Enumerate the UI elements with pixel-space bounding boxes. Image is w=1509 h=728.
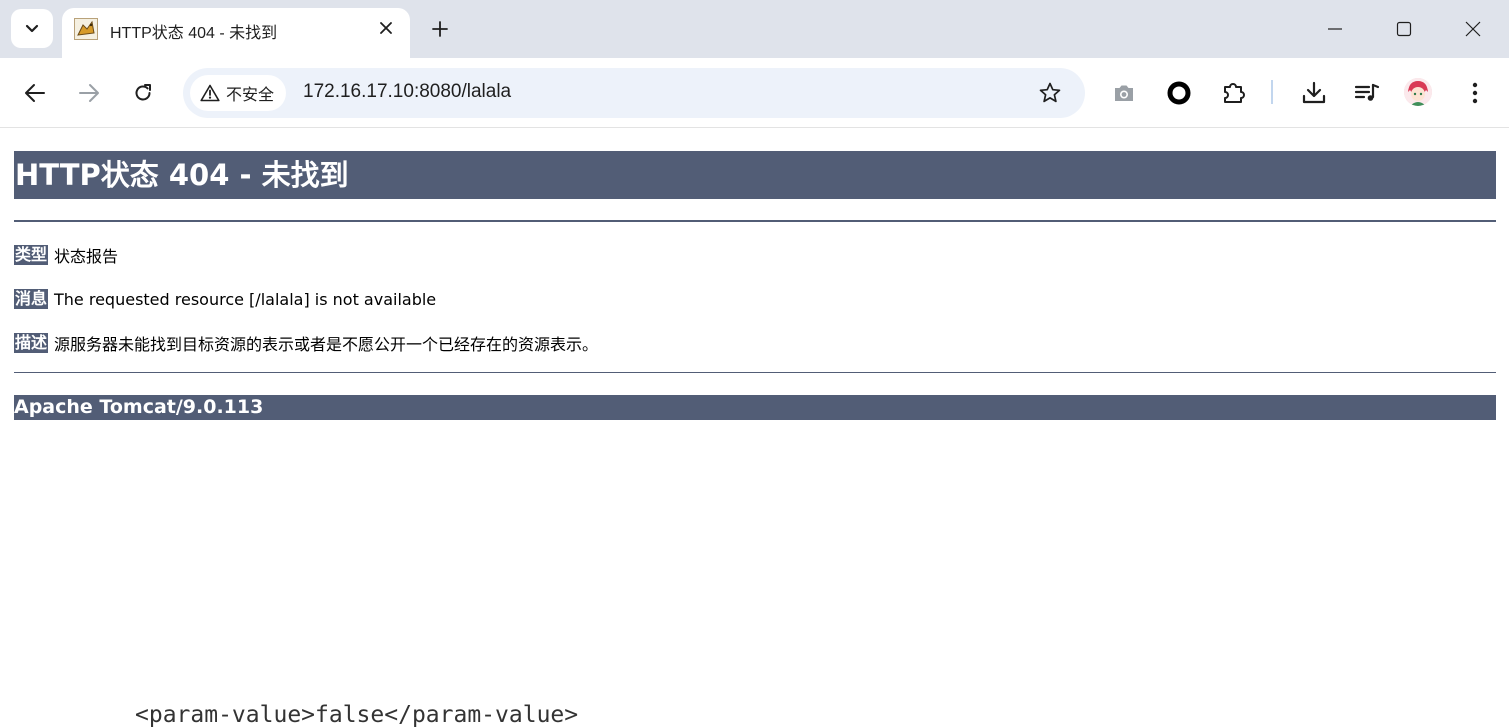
download-icon — [1302, 81, 1326, 104]
toolbar-divider — [1271, 80, 1273, 104]
minimize-button[interactable] — [1320, 14, 1350, 44]
description-label: 描述 — [14, 333, 49, 353]
media-controls-button[interactable] — [1352, 78, 1382, 108]
browser-window: HTTP状态 404 - 未找到 不安全 172.16.17.10:8080/l… — [0, 0, 1509, 728]
address-bar[interactable]: 不安全 172.16.17.10:8080/lalala — [183, 68, 1085, 118]
background-window-text: <param-value>false</param-value> — [135, 702, 579, 728]
divider — [14, 220, 1496, 222]
page-content: HTTP状态 404 - 未找到 类型 状态报告 消息 The requeste… — [0, 129, 1509, 728]
browser-toolbar: 不安全 172.16.17.10:8080/lalala — [0, 58, 1509, 128]
url-text[interactable]: 172.16.17.10:8080/lalala — [303, 81, 511, 103]
close-icon — [1465, 21, 1481, 37]
close-window-button[interactable] — [1458, 14, 1488, 44]
new-tab-button[interactable] — [425, 14, 455, 44]
page-title: HTTP状态 404 - 未找到 — [14, 151, 1496, 199]
type-value: 状态报告 — [54, 247, 119, 266]
puzzle-icon — [1224, 83, 1245, 103]
circle-icon — [1167, 81, 1191, 105]
message-label: 消息 — [14, 289, 49, 309]
message-value: The requested resource [/lalala] is not … — [54, 289, 437, 309]
downloads-button[interactable] — [1299, 78, 1329, 108]
tab-title: HTTP状态 404 - 未找到 — [110, 25, 278, 42]
screenshot-button[interactable] — [1109, 78, 1139, 108]
plus-icon — [432, 21, 448, 37]
type-row: 类型 状态报告 — [14, 244, 118, 266]
star-icon — [1039, 82, 1061, 103]
back-button[interactable] — [20, 78, 50, 108]
playlist-icon — [1354, 83, 1380, 101]
tab-close-button[interactable] — [376, 18, 396, 38]
tomcat-favicon — [74, 18, 98, 40]
record-extension-button[interactable] — [1164, 78, 1194, 108]
kebab-menu-icon — [1472, 82, 1478, 104]
avatar[interactable] — [1404, 78, 1432, 106]
message-row: 消息 The requested resource [/lalala] is n… — [14, 288, 436, 310]
arrow-left-icon — [25, 84, 45, 102]
warning-triangle-icon — [200, 84, 220, 102]
forward-button[interactable] — [74, 78, 104, 108]
browser-menu-button[interactable] — [1460, 78, 1490, 108]
description-value: 源服务器未能找到目标资源的表示或者是不愿公开一个已经存在的资源表示。 — [54, 335, 599, 354]
reload-button[interactable] — [128, 78, 158, 108]
type-label: 类型 — [14, 245, 49, 265]
divider — [14, 372, 1496, 373]
tab-active[interactable]: HTTP状态 404 - 未找到 — [62, 8, 410, 58]
maximize-button[interactable] — [1389, 14, 1419, 44]
reload-icon — [135, 84, 151, 101]
extensions-button[interactable] — [1219, 78, 1249, 108]
chevron-down-icon — [25, 24, 39, 32]
site-info-button[interactable]: 不安全 — [190, 75, 287, 111]
tab-search-button[interactable] — [11, 9, 53, 48]
server-footer: Apache Tomcat/9.0.113 — [14, 395, 1496, 420]
arrow-right-icon — [79, 84, 99, 102]
maximize-icon — [1396, 21, 1412, 37]
tab-strip: HTTP状态 404 - 未找到 — [0, 0, 1509, 58]
security-label: 不安全 — [226, 87, 275, 104]
camera-icon — [1115, 85, 1133, 101]
description-row: 描述 源服务器未能找到目标资源的表示或者是不愿公开一个已经存在的资源表示。 — [14, 332, 598, 354]
minimize-icon — [1328, 28, 1342, 30]
bookmark-button[interactable] — [1037, 80, 1063, 106]
close-icon — [380, 22, 392, 34]
